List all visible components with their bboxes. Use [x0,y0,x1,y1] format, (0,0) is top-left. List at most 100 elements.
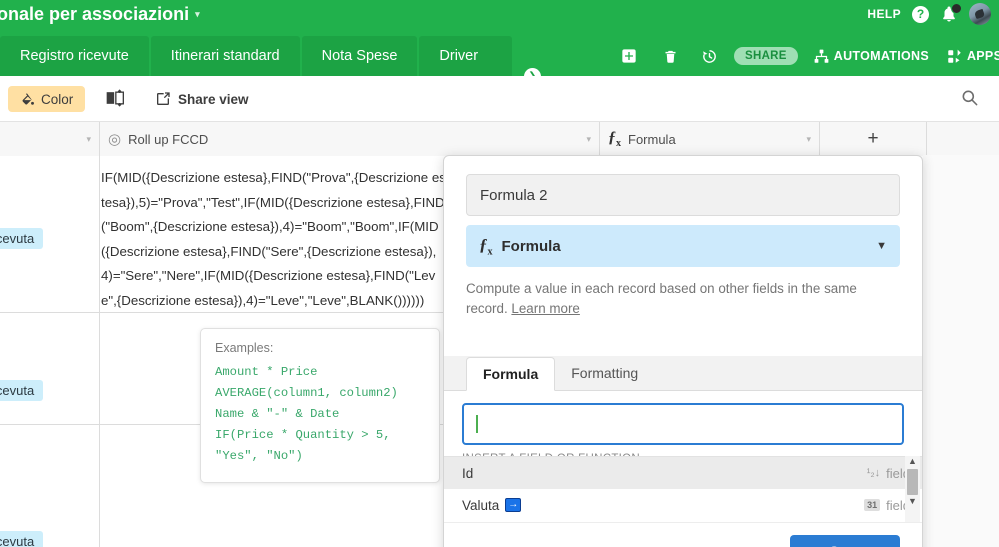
scroll-down-icon[interactable]: ▼ [908,496,917,508]
field-label: mpensi [0,132,80,147]
workspace-title-text: ionale per associazioni [0,4,190,24]
airtable-grid-screen: ionale per associazioni ▾ HELP ? Registro… [0,0,999,547]
avatar[interactable] [969,3,991,25]
insert-field-list: Id ¹₂↓ field Valuta → 31 field [444,456,922,524]
field-type-description: Compute a value in each record based on … [466,279,900,318]
grid-right-gutter [923,155,999,547]
examples-code: Amount * Price AVERAGE(column1, column2)… [215,365,398,463]
plus-square-icon [622,49,636,63]
learn-more-link[interactable]: Learn more [511,301,579,316]
chevron-down-icon: ▼ [876,240,887,252]
scrollbar-thumb[interactable] [907,469,918,495]
row-height-icon [106,89,124,107]
panel-footer: Save [444,522,922,547]
view-toolbar: Color Share view [0,76,999,122]
tab-driver[interactable]: Driver [419,36,513,76]
apps-button[interactable]: APPS [939,36,999,76]
tab-label: Itinerari standard [170,48,280,64]
field-type-label: Formula [501,237,561,255]
field-header-roll-up-fccd[interactable]: ◎ Roll up FCCD ▾ [100,122,600,156]
cell-chip-ricevuta[interactable]: icevuta [0,228,44,249]
panel-tabs: Formula Formatting [444,356,922,391]
field-header-row: mpensi ▾ ◎ Roll up FCCD ▾ ƒx Formula ▾ + [0,122,999,156]
row-height-button[interactable] [104,88,126,113]
share-label: SHARE [734,47,798,65]
share-view-label: Share view [178,91,249,107]
chevron-down-icon[interactable]: ▾ [586,134,591,145]
add-table-button[interactable] [608,36,650,76]
list-item[interactable]: Id ¹₂↓ field [444,457,922,489]
chevron-down-icon: ▾ [195,9,200,19]
history-icon [702,49,716,63]
date-field-icon: 31 [864,498,881,512]
field-name-input[interactable] [466,174,900,216]
tab-formula[interactable]: Formula [466,357,556,391]
fx-icon: ƒx [608,128,621,150]
tab-label: Nota Spese [321,48,398,64]
formula-editor-input[interactable] [462,403,904,445]
tab-label: Driver [439,48,479,64]
cell-chip-ricevuta[interactable]: icevuta [0,380,44,401]
field-label: Formula [628,131,676,147]
tab-itinerari-standard[interactable]: Itinerari standard [150,36,300,76]
header-actions: HELP ? [867,0,991,28]
notifications-button[interactable] [940,3,962,23]
automations-icon [814,49,829,63]
field-list-scrollbar[interactable]: ▲ ▼ [905,456,920,524]
table-tabs: Registro ricevute Itinerari standard Not… [0,36,514,76]
history-button[interactable] [690,36,728,76]
field-label: Roll up FCCD [128,131,209,147]
workspace-title[interactable]: ionale per associazioni ▾ [0,0,200,28]
search-icon [962,90,978,106]
field-header-compensi[interactable]: mpensi ▾ [0,122,100,156]
save-button[interactable]: Save [790,535,900,547]
share-button[interactable]: SHARE [728,36,804,76]
add-field-button[interactable]: + [820,122,927,156]
delete-button[interactable] [650,36,690,76]
apps-label: APPS [966,49,999,63]
grid-column-divider [99,156,100,547]
rollup-icon: ◎ [108,131,122,148]
field-editor-panel: ƒx Formula ▼ Compute a value in each rec… [443,155,923,547]
examples-heading: Examples: [215,341,274,355]
trash-icon [665,50,675,63]
formula-examples-tooltip: Examples: Amount * Price AVERAGE(column1… [200,328,440,483]
table-tab-bar: Registro ricevute Itinerari standard Not… [0,28,999,85]
tab-actions: SHARE AUTOMATIONS APPS [608,36,999,76]
cell-chip-ricevuta[interactable]: icevuta [0,531,44,547]
chevron-down-icon[interactable]: ▾ [86,134,91,145]
color-button[interactable]: Color [8,86,86,112]
top-header-bar: ionale per associazioni ▾ HELP ? [0,0,999,28]
share-view-button[interactable]: Share view [155,87,249,111]
apps-icon [948,49,961,63]
field-name: Valuta [462,497,500,513]
formula-cell-value[interactable]: IF(MID({Descrizione estesa},FIND("Prova"… [101,166,446,313]
scroll-up-icon[interactable]: ▲ [908,456,917,468]
chevron-down-icon[interactable]: ▾ [806,134,811,145]
fx-icon: ƒx [479,234,493,258]
tab-registro-ricevute[interactable]: Registro ricevute [0,36,149,76]
field-row-endcap [927,122,999,156]
tab-nota-spese[interactable]: Nota Spese [301,36,418,76]
help-label[interactable]: HELP [867,7,901,21]
tab-label: Formula [483,366,539,382]
field-type-select[interactable]: ƒx Formula ▼ [466,225,900,267]
automations-label: AUTOMATIONS [833,49,929,63]
tab-formatting[interactable]: Formatting [555,356,654,390]
field-header-formula[interactable]: ƒx Formula ▾ [600,122,820,156]
paint-bucket-icon [22,92,34,105]
tab-label: Formatting [571,365,639,381]
notification-badge [951,3,962,14]
color-button-label: Color [41,91,74,107]
list-item[interactable]: Valuta → 31 field [444,489,922,521]
share-view-icon [157,92,170,105]
linked-record-icon: → [505,498,522,512]
search-button[interactable] [960,88,979,112]
text-caret [476,415,478,433]
help-icon[interactable]: ? [912,5,929,23]
field-name: Id [462,465,474,481]
automations-button[interactable]: AUTOMATIONS [804,36,939,76]
tab-label: Registro ricevute [20,48,129,64]
description-line1: Compute a value in each record based on … [466,281,821,296]
number-field-icon: ¹₂↓ [866,467,881,479]
